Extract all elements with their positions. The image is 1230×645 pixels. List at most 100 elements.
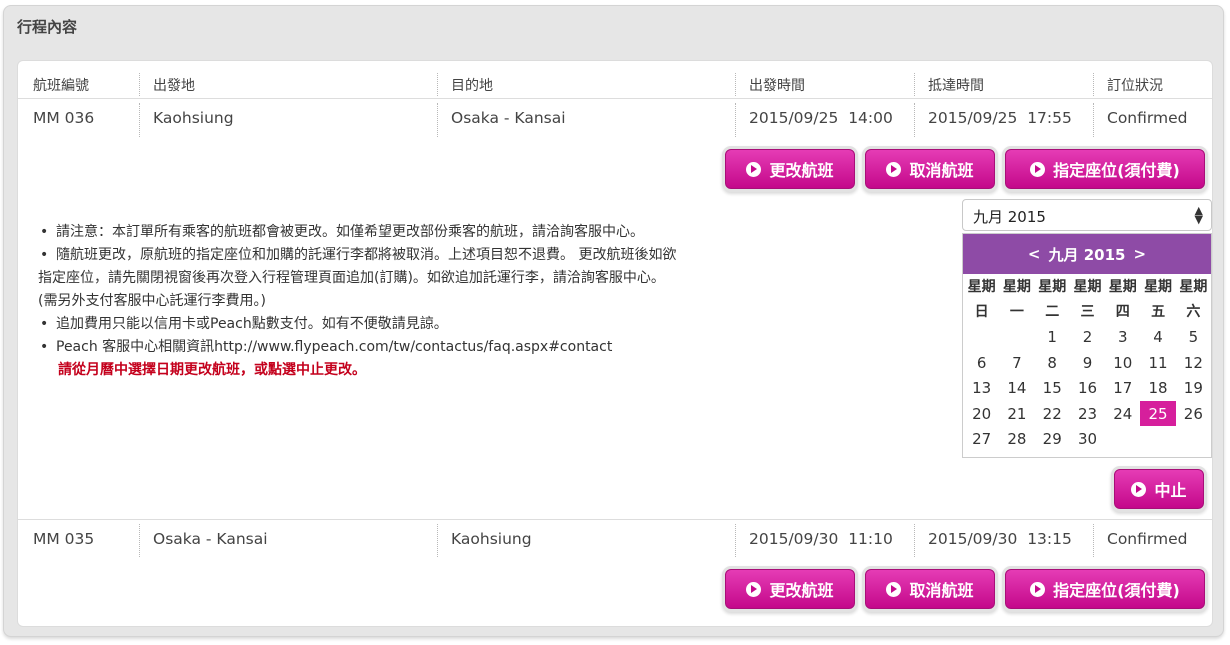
calendar-day[interactable]: 13 xyxy=(964,375,999,401)
calendar-day[interactable]: 8 xyxy=(1035,350,1070,376)
calendar-day[interactable]: 26 xyxy=(1176,401,1211,427)
calendar-day[interactable]: 19 xyxy=(1176,375,1211,401)
calendar-day[interactable]: 7 xyxy=(999,350,1034,376)
prev-month-button[interactable]: < xyxy=(1028,245,1041,263)
play-circle-icon xyxy=(1030,581,1046,597)
itinerary-table: 航班編號 出發地 目的地 出發時間 抵達時間 訂位狀況 MM 036 Kaohs… xyxy=(17,60,1213,627)
date-picker-calendar: < 九月 2015 > 星期 星期 星期 星期 星期 星期 星期日一二三四五六 1 2 3 4 5 6 7… xyxy=(962,233,1212,458)
table-row: MM 035 Osaka - Kansai Kaohsiung 2015/09/… xyxy=(18,519,1212,559)
col-depart-time: 出發時間 xyxy=(749,78,805,94)
weekday-header: 日 xyxy=(974,304,989,320)
table-row: MM 036 Kaohsiung Osaka - Kansai 2015/09/… xyxy=(18,99,1212,139)
select-seat-button[interactable]: 指定座位(須付費) xyxy=(1005,569,1205,609)
calendar-day[interactable]: 21 xyxy=(999,401,1034,427)
play-circle-icon xyxy=(1131,481,1147,497)
note-item: 隨航班更改，原航班的指定座位和加購的託運行李都將被取消。上述項目恕不退費。 更改… xyxy=(38,244,758,267)
depart-time: 2015/09/30 11:10 xyxy=(749,530,893,548)
weekday-header: 星期 xyxy=(1144,279,1173,295)
destination: Kaohsiung xyxy=(451,530,532,548)
next-month-button[interactable]: > xyxy=(1133,245,1146,263)
note-item-continued: (需另外支付客服中心託運行李費用。) xyxy=(38,293,266,309)
calendar-day[interactable]: 20 xyxy=(964,401,999,427)
play-circle-icon xyxy=(746,161,762,177)
calendar-day[interactable]: 15 xyxy=(1035,375,1070,401)
flight-no: MM 035 xyxy=(33,530,95,548)
play-circle-icon xyxy=(886,161,902,177)
col-status: 訂位狀況 xyxy=(1107,78,1163,94)
depart-time: 2015/09/25 14:00 xyxy=(749,109,893,127)
destination: Osaka - Kansai xyxy=(451,109,566,127)
calendar-empty-cell xyxy=(1105,426,1140,452)
note-item: Peach 客服中心相關資訊http://www.flypeach.com/tw… xyxy=(38,336,758,359)
calendar-day[interactable]: 24 xyxy=(1105,401,1140,427)
change-notes: 請注意：本訂單所有乘客的航班都會被更改。如僅希望更改部份乘客的航班，請洽詢客服中… xyxy=(38,221,758,382)
booking-status: Confirmed xyxy=(1107,109,1188,127)
stop-button[interactable]: 中止 xyxy=(1114,469,1204,509)
calendar-day[interactable]: 17 xyxy=(1105,375,1140,401)
play-circle-icon xyxy=(1030,161,1046,177)
note-item: 追加費用只能以信用卡或Peach點數支付。如有不便敬請見諒。 xyxy=(38,313,758,336)
calendar-day[interactable]: 1 xyxy=(1035,324,1070,350)
panel-title: 行程內容 xyxy=(17,18,78,36)
calendar-grid: 星期 星期 星期 星期 星期 星期 星期日一二三四五六 1 2 3 4 5 6 7 8 9 10 11 12 13 14… xyxy=(963,274,1211,452)
col-arrive-time: 抵達時間 xyxy=(928,78,984,94)
note-item-continued: 指定座位，請先關閉視窗後再次登入行程管理頁面追加(訂購)。如欲追加託運行李，請洽… xyxy=(38,270,665,286)
calendar-day[interactable]: 10 xyxy=(1105,350,1140,376)
change-flight-button[interactable]: 更改航班 xyxy=(725,149,855,189)
weekday-header: 六 xyxy=(1186,304,1201,320)
calendar-day[interactable]: 27 xyxy=(964,426,999,452)
origin: Kaohsiung xyxy=(153,109,234,127)
calendar-day[interactable]: 5 xyxy=(1176,324,1211,350)
calendar-day[interactable]: 23 xyxy=(1070,401,1105,427)
calendar-month-title: 九月 2015 xyxy=(1048,245,1126,264)
col-origin: 出發地 xyxy=(153,78,195,94)
cancel-flight-button[interactable]: 取消航班 xyxy=(865,569,995,609)
calendar-day[interactable]: 25 xyxy=(1140,400,1176,426)
weekday-header: 一 xyxy=(1009,304,1024,320)
month-select[interactable]: 九月 2015 ▲ ▼ xyxy=(962,199,1212,231)
note-item: 請注意：本訂單所有乘客的航班都會被更改。如僅希望更改部份乘客的航班，請洽詢客服中… xyxy=(38,221,758,244)
weekday-header: 星期 xyxy=(1038,279,1067,295)
calendar-day[interactable]: 3 xyxy=(1105,324,1140,350)
cancel-flight-button[interactable]: 取消航班 xyxy=(865,149,995,189)
calendar-day[interactable]: 4 xyxy=(1140,324,1175,350)
calendar-day[interactable]: 12 xyxy=(1176,350,1211,376)
table-header: 航班編號 出發地 目的地 出發時間 抵達時間 訂位狀況 xyxy=(18,69,1212,99)
weekday-header: 星期 xyxy=(1179,279,1208,295)
calendar-day[interactable]: 30 xyxy=(1070,426,1105,452)
calendar-day[interactable]: 29 xyxy=(1035,426,1070,452)
warning-text: 請從月曆中選擇日期更改航班，或點選中止更改。 xyxy=(58,362,366,378)
calendar-header: < 九月 2015 > xyxy=(963,234,1211,274)
play-circle-icon xyxy=(886,581,902,597)
weekday-header: 星期 xyxy=(1073,279,1102,295)
calendar-day[interactable]: 18 xyxy=(1140,375,1175,401)
weekday-header: 星期 xyxy=(1002,279,1031,295)
calendar-day[interactable]: 28 xyxy=(999,426,1034,452)
change-flight-button[interactable]: 更改航班 xyxy=(725,569,855,609)
weekday-header: 星期 xyxy=(1108,279,1137,295)
calendar-empty-cell xyxy=(964,324,999,350)
col-flight-no: 航班編號 xyxy=(33,78,89,94)
calendar-empty-cell xyxy=(1176,426,1211,452)
calendar-day[interactable]: 6 xyxy=(964,350,999,376)
calendar-day[interactable]: 16 xyxy=(1070,375,1105,401)
calendar-empty-cell xyxy=(999,324,1034,350)
weekday-header: 三 xyxy=(1080,304,1095,320)
weekday-header: 四 xyxy=(1115,304,1130,320)
play-circle-icon xyxy=(746,581,762,597)
arrive-time: 2015/09/30 13:15 xyxy=(928,530,1072,548)
calendar-day[interactable]: 9 xyxy=(1070,350,1105,376)
arrive-time: 2015/09/25 17:55 xyxy=(928,109,1072,127)
select-seat-button[interactable]: 指定座位(須付費) xyxy=(1005,149,1205,189)
calendar-day[interactable]: 14 xyxy=(999,375,1034,401)
flight-no: MM 036 xyxy=(33,109,95,127)
calendar-day[interactable]: 22 xyxy=(1035,401,1070,427)
itinerary-panel: 行程內容 航班編號 出發地 目的地 出發時間 抵達時間 訂位狀況 MM 036 … xyxy=(3,5,1224,637)
weekday-header: 二 xyxy=(1045,304,1060,320)
weekday-header: 五 xyxy=(1151,304,1166,320)
calendar-day[interactable]: 2 xyxy=(1070,324,1105,350)
calendar-day[interactable]: 11 xyxy=(1140,350,1175,376)
booking-status: Confirmed xyxy=(1107,530,1188,548)
select-arrows-icon: ▲ ▼ xyxy=(1194,204,1203,226)
weekday-header: 星期 xyxy=(967,279,996,295)
